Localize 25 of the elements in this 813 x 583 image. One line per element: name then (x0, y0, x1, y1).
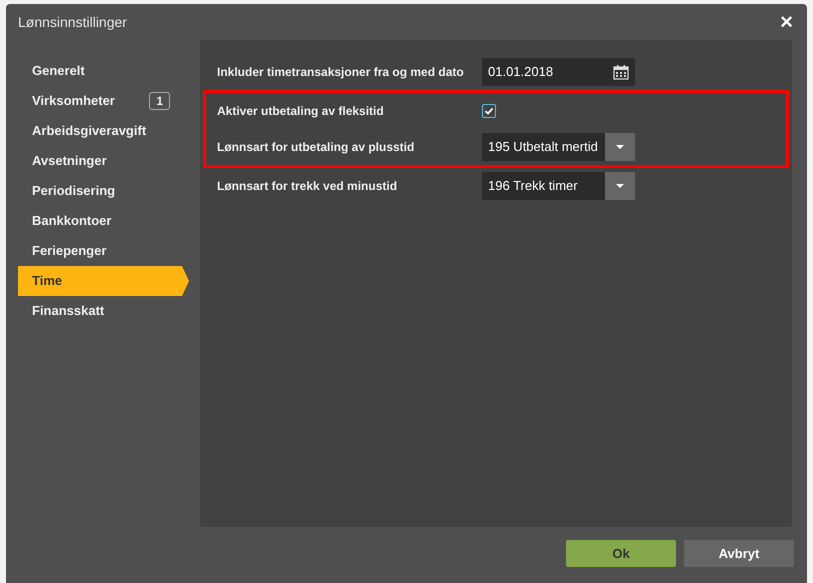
date-field[interactable]: 01.01.2018 (482, 58, 635, 86)
cancel-button[interactable]: Avbryt (684, 540, 794, 567)
count-badge: 1 (149, 92, 170, 110)
dialog-title: Lønnsinnstillinger (18, 12, 127, 32)
sidebar-item[interactable]: Generelt (18, 56, 182, 86)
close-button[interactable]: × (778, 11, 795, 33)
caret-icon[interactable] (616, 145, 624, 149)
sidebar-item[interactable]: Finansskatt (18, 296, 182, 326)
sidebar-item[interactable]: Time (18, 266, 189, 296)
setting-label: Inkluder timetransaksjoner fra og med dato (217, 64, 465, 81)
dropdown[interactable]: 195 Utbetalt mertid (482, 133, 635, 161)
caret-icon[interactable] (616, 184, 624, 188)
setting-label: Lønnsart for utbetaling av plusstid (217, 139, 416, 156)
setting-label: Aktiver utbetaling av fleksitid (217, 103, 385, 120)
setting-label: Lønnsart for trekk ved minustid (217, 178, 398, 195)
calendar-icon[interactable] (613, 64, 629, 80)
checkbox[interactable] (482, 104, 496, 118)
sidebar-item[interactable]: Periodisering (18, 176, 182, 206)
ok-button[interactable]: Ok (566, 540, 676, 567)
sidebar-item[interactable]: Bankkontoer (18, 206, 182, 236)
dropdown[interactable]: 196 Trekk timer (482, 172, 635, 200)
sidebar-item[interactable]: Feriepenger (18, 236, 182, 266)
sidebar-item[interactable]: Virksomheter 1 (18, 86, 182, 116)
sidebar-item[interactable]: Avsetninger (18, 146, 182, 176)
sidebar-item[interactable]: Arbeidsgiveravgift (18, 116, 182, 146)
